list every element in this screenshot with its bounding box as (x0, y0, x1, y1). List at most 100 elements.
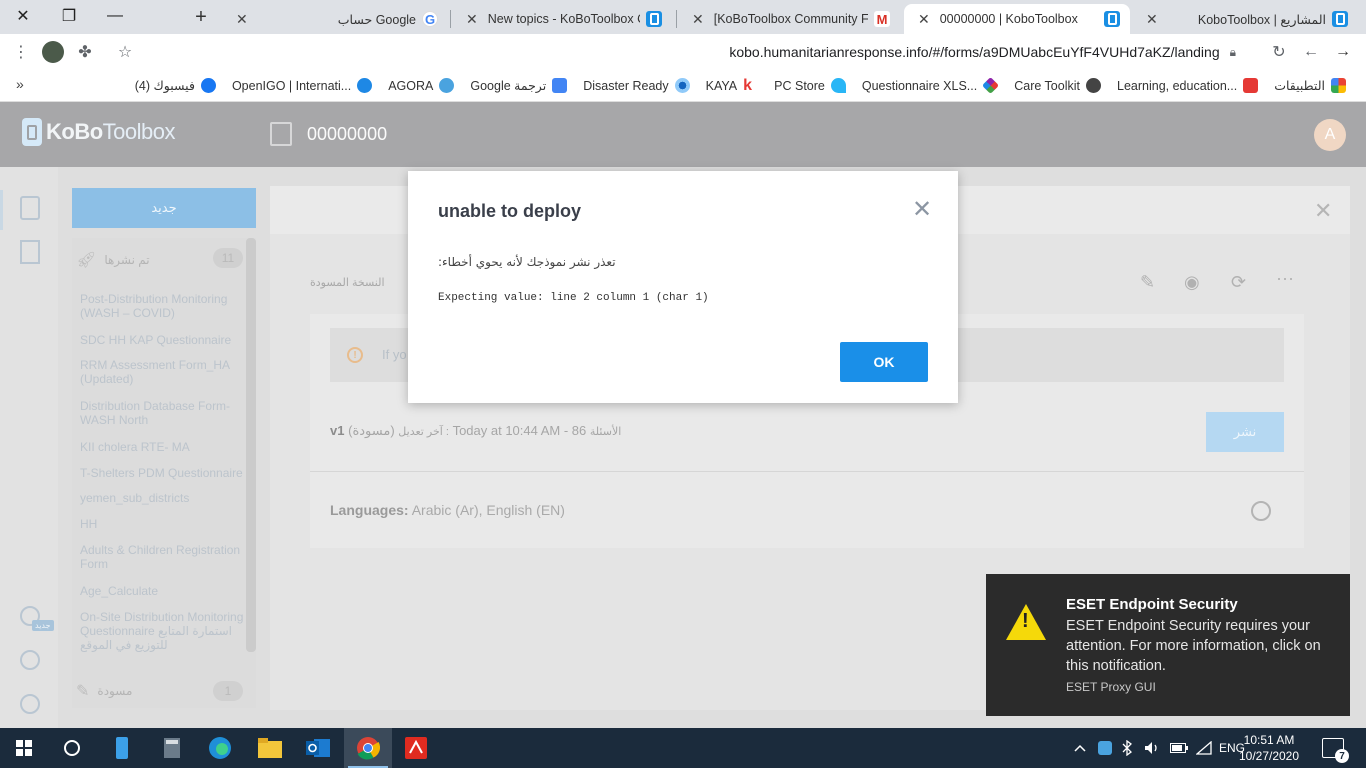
wifi-icon[interactable] (1196, 728, 1212, 768)
help-new-badge: جديد (32, 620, 54, 631)
more-bookmarks-icon[interactable]: » (16, 76, 24, 92)
eset-notification[interactable]: ! ESET Endpoint Security ESET Endpoint S… (986, 574, 1350, 716)
edge-browser-icon[interactable] (196, 728, 244, 768)
tray-overflow-icon[interactable] (1074, 728, 1086, 768)
bookmark-kaya[interactable]: k KAYA (706, 78, 759, 94)
tab-google-account[interactable]: ✕ حساب Google G (222, 4, 448, 34)
reload-icon[interactable]: ↻ (1266, 39, 1292, 65)
tab-close-icon[interactable]: ✕ (692, 11, 704, 28)
sidebar-form-item[interactable]: Adults & Children Registration Form (80, 543, 246, 571)
gmail-icon: M (874, 11, 890, 27)
bookmark-pc-store[interactable]: PC Store (774, 78, 846, 93)
sidebar-scrollbar[interactable] (246, 238, 256, 652)
sidebar-form-item[interactable]: SDC HH KAP Questionnaire (80, 333, 246, 347)
action-center-icon[interactable]: 7 (1322, 738, 1349, 763)
search-icon[interactable] (48, 728, 96, 768)
bluetooth-icon[interactable] (1122, 728, 1132, 768)
bookmark-star-icon[interactable]: ☆ (112, 39, 138, 65)
dialog-message: تعذر نشر نموذجك لأنه يحوي أخطاء: (438, 255, 616, 269)
taskbar-clock[interactable]: 10:51 AM 10/27/2020 (1238, 732, 1300, 764)
kobo-icon (646, 11, 662, 27)
tab-title: 00000000 | KoboToolbox (939, 12, 1078, 26)
new-form-button[interactable]: جديد (72, 188, 256, 228)
outlook-icon[interactable] (294, 728, 342, 768)
acrobat-icon[interactable] (392, 728, 440, 768)
bookmarks-bar: التطبيقات Learning, education... Care To… (0, 70, 1366, 102)
windows-start-icon[interactable] (0, 728, 48, 768)
volume-icon[interactable] (1144, 728, 1160, 768)
language-globe-icon[interactable] (1251, 501, 1271, 521)
bookmark-questionnaire-xls[interactable]: Questionnaire XLS... (862, 77, 1000, 94)
preview-eye-icon[interactable]: ◉ (1184, 272, 1200, 293)
support-icon[interactable] (20, 650, 40, 670)
tab-kobo-projects[interactable]: ✕ KoboToolbox | المشاريع (1132, 4, 1358, 34)
tab-active-form[interactable]: ✕ 00000000 | KoboToolbox (904, 4, 1130, 34)
tab-close-icon[interactable]: ✕ (918, 11, 930, 28)
dialog-ok-button[interactable]: OK (840, 342, 928, 382)
extensions-icon[interactable]: ✤ (72, 39, 98, 65)
menu-icon[interactable]: ⋮ (8, 39, 34, 65)
phone-app-icon[interactable] (98, 728, 146, 768)
dialog-close-icon[interactable]: ✕ (912, 195, 932, 224)
window-restore-icon[interactable]: ❐ (46, 0, 92, 32)
deploy-button[interactable]: نشر (1206, 412, 1284, 452)
bookmark-facebook[interactable]: (4) فيسبوك (135, 78, 216, 93)
tab-kobo-community[interactable]: ✕ New topics - KoBoToolbox Con (452, 4, 672, 34)
battery-icon[interactable] (1170, 728, 1188, 768)
notification-body: ESET Endpoint Security requires your att… (1066, 618, 1321, 674)
sidebar-form-item[interactable]: KII cholera RTE- MA (80, 440, 246, 454)
sidebar-form-item[interactable]: On-Site Distribution Monitoring Question… (80, 610, 246, 652)
sidebar-form-item[interactable]: T-Shelters PDM Questionnaire (80, 466, 246, 480)
google-drive-tray-icon[interactable] (1098, 728, 1112, 768)
sidebar-form-item[interactable]: Post-Distribution Monitoring (WASH – COV… (80, 292, 246, 320)
bookmark-learning[interactable]: Learning, education... (1117, 78, 1259, 93)
calculator-icon[interactable] (148, 728, 196, 768)
version-info: v1 (مسودة) آخر تعديل : Today at 10:44 AM… (330, 423, 622, 438)
forward-icon[interactable]: ← (1298, 39, 1324, 65)
app-header (0, 102, 1366, 167)
user-avatar[interactable]: A (1314, 119, 1346, 151)
tab-close-icon[interactable]: ✕ (1146, 11, 1158, 28)
bookmark-care-toolkit[interactable]: Care Toolkit (1014, 78, 1101, 93)
tab-kobo-forum-mail[interactable]: ✕ [KoBoToolbox Community Foru M (678, 4, 900, 34)
tab-close-icon[interactable]: ✕ (236, 11, 248, 28)
bookmark-google-translate[interactable]: Google ترجمة (470, 78, 568, 93)
rail-active-indicator (0, 190, 3, 230)
kobo-logo[interactable]: KoBo Toolbox (22, 118, 176, 146)
edit-pencil-icon[interactable]: ✎ (1140, 272, 1155, 293)
library-icon[interactable] (20, 240, 40, 264)
file-explorer-icon[interactable] (246, 728, 294, 768)
replace-form-icon[interactable]: ⟳ (1231, 272, 1246, 293)
bookmark-openigo[interactable]: OpenIGO | Internati... (232, 78, 373, 93)
bookmark-apps[interactable]: التطبيقات (1274, 78, 1346, 93)
window-minimize-icon[interactable]: — (92, 0, 138, 32)
chrome-icon[interactable] (344, 728, 392, 768)
sidebar-form-item[interactable]: HH (80, 517, 246, 531)
sidebar-form-item[interactable]: Age_Calculate (80, 584, 246, 598)
form-edit-icon (270, 122, 292, 146)
kobo-icon (1332, 11, 1348, 27)
url-field[interactable]: kobo.humanitarianresponse.info/#/forms/a… (150, 36, 1250, 68)
sidebar-form-item[interactable]: RRM Assessment Form_HA (Updated) (80, 358, 246, 386)
bookmark-agora[interactable]: AGORA (388, 78, 455, 93)
disaster-ready-icon (674, 78, 690, 93)
profile-avatar[interactable] (42, 41, 64, 63)
warning-text: If yo (382, 347, 407, 362)
draft-form-icon: ✎ (76, 683, 90, 700)
tab-title: KoboToolbox | المشاريع (1197, 12, 1326, 27)
window-close-icon[interactable]: ✕ (0, 0, 46, 32)
new-tab-button[interactable]: + (188, 4, 214, 30)
sidebar-form-item[interactable]: Distribution Database Form-WASH North (80, 399, 246, 427)
back-icon[interactable]: → (1330, 39, 1356, 65)
dialog-title: unable to deploy (438, 201, 582, 221)
panel-close-icon[interactable]: ✕ (1314, 198, 1332, 224)
github-icon[interactable] (20, 694, 40, 714)
kobo-logo-icon (22, 118, 42, 146)
forms-icon[interactable] (20, 196, 40, 220)
more-actions-icon[interactable]: ··· (1276, 268, 1294, 289)
bookmark-disaster-ready[interactable]: Disaster Ready (583, 78, 690, 93)
kobo-icon (1104, 11, 1120, 27)
sidebar-form-item[interactable]: yemen_sub_districts (80, 491, 246, 505)
tab-close-icon[interactable]: ✕ (466, 11, 478, 28)
learning-icon (1243, 78, 1259, 93)
